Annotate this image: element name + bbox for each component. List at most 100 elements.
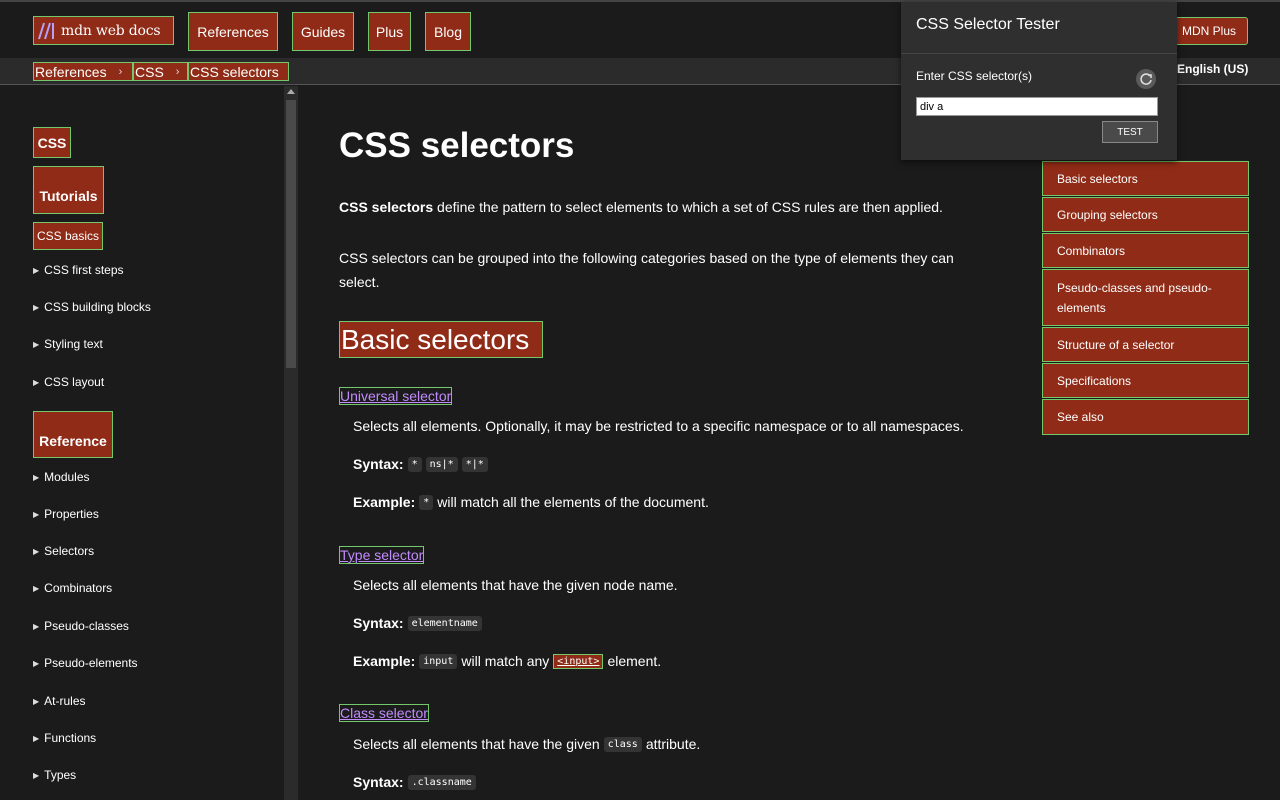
class-desc-text: attribute.: [645, 736, 701, 752]
syntax-label: Syntax:: [353, 456, 404, 472]
sidebar-item-label: Combinators: [44, 581, 113, 595]
sidebar-item-combinators[interactable]: ▶ Combinators: [33, 581, 112, 595]
example-text: will match any: [461, 653, 550, 669]
nav-plus[interactable]: Plus: [368, 12, 411, 51]
sidebar-item-label: Modules: [44, 470, 90, 484]
sidebar-item-css-building-blocks[interactable]: ▶ CSS building blocks: [33, 300, 151, 314]
nav-guides[interactable]: Guides: [292, 12, 354, 51]
breadcrumb-css-selectors[interactable]: CSS selectors: [188, 62, 289, 81]
sidebar-tutorials-heading[interactable]: Tutorials: [33, 166, 104, 214]
sidebar-item-styling-text[interactable]: ▶ Styling text: [33, 337, 103, 351]
mdn-logo-icon: [38, 22, 54, 39]
css-selector-tester-popup: CSS Selector Tester Enter CSS selector(s…: [901, 2, 1177, 160]
categories-line-2: select.: [339, 274, 380, 290]
toc-specifications[interactable]: Specifications: [1042, 363, 1249, 398]
caret-right-icon: ▶: [33, 658, 40, 668]
basic-selectors-heading[interactable]: Basic selectors: [339, 321, 543, 358]
sidebar-item-functions[interactable]: ▶ Functions: [33, 731, 96, 745]
type-example: Example: input will match any <input> el…: [353, 653, 661, 669]
syntax-label: Syntax:: [353, 615, 404, 631]
selector-label: Enter CSS selector(s): [916, 69, 1033, 83]
sidebar-scroll-thumb[interactable]: [286, 100, 296, 368]
breadcrumb-label: References: [35, 63, 107, 80]
intro-text: define the pattern to select elements to…: [433, 199, 943, 215]
toc-structure[interactable]: Structure of a selector: [1042, 327, 1249, 362]
selector-input[interactable]: [916, 97, 1158, 116]
sidebar-item-pseudo-elements[interactable]: ▶ Pseudo-elements: [33, 656, 138, 670]
code-snippet: *: [407, 456, 422, 472]
breadcrumb-css[interactable]: CSS ›: [133, 62, 188, 81]
input-element-link[interactable]: <input>: [553, 653, 604, 669]
toc-basic-selectors[interactable]: Basic selectors: [1042, 161, 1249, 196]
sidebar-css-heading[interactable]: CSS: [33, 127, 71, 158]
sidebar-item-at-rules[interactable]: ▶ At-rules: [33, 694, 86, 708]
logo-text: mdn web docs: [61, 22, 161, 39]
page-title: CSS selectors: [339, 126, 575, 165]
sidebar-item-pseudo-classes[interactable]: ▶ Pseudo-classes: [33, 619, 129, 633]
caret-right-icon: ▶: [33, 621, 40, 631]
toc-pseudo-classes[interactable]: Pseudo-classes and pseudo-elements: [1042, 269, 1249, 326]
universal-syntax: Syntax: * ns|* *|*: [353, 456, 492, 472]
class-desc: Selects all elements that have the given…: [353, 736, 700, 752]
sidebar-item-label: Selectors: [44, 544, 95, 558]
sidebar-item-label: CSS first steps: [44, 263, 124, 277]
sidebar-item-properties[interactable]: ▶ Properties: [33, 507, 99, 521]
toc-see-also[interactable]: See also: [1042, 399, 1249, 435]
code-snippet: input: [419, 653, 458, 669]
sidebar-item-label: Pseudo-classes: [44, 619, 129, 633]
nav-references[interactable]: References: [188, 12, 278, 51]
type-selector-link[interactable]: Type selector: [339, 546, 425, 564]
breadcrumb-separator: ›: [175, 65, 180, 78]
sidebar-reference-heading[interactable]: Reference: [33, 411, 113, 458]
breadcrumb-references[interactable]: References ›: [33, 62, 133, 81]
universal-selector-link[interactable]: Universal selector: [339, 387, 453, 405]
caret-right-icon: ▶: [33, 770, 40, 780]
code-snippet: *: [419, 494, 434, 510]
caret-right-icon: ▶: [33, 546, 40, 556]
code-snippet: elementname: [407, 615, 482, 631]
sidebar-item-types[interactable]: ▶ Types: [33, 768, 76, 782]
type-syntax: Syntax: elementname: [353, 615, 486, 631]
class-syntax: Syntax: .classname: [353, 774, 480, 790]
caret-right-icon: ▶: [33, 302, 40, 312]
class-desc-text: Selects all elements that have the given: [353, 736, 600, 752]
refresh-icon[interactable]: [1136, 69, 1156, 89]
class-selector-link[interactable]: Class selector: [339, 704, 429, 722]
caret-right-icon: ▶: [33, 377, 40, 387]
caret-right-icon: ▶: [33, 733, 40, 743]
refresh-icon-glyph: [1140, 73, 1152, 85]
sidebar-item-label: At-rules: [44, 694, 86, 708]
mdn-logo[interactable]: mdn web docs: [33, 16, 174, 45]
mdn-plus-button[interactable]: MDN Plus: [1170, 17, 1248, 45]
sidebar-item-label: CSS building blocks: [44, 300, 151, 314]
universal-desc: Selects all elements. Optionally, it may…: [353, 418, 964, 434]
sidebar-item-modules[interactable]: ▶ Modules: [33, 470, 90, 484]
universal-example: Example: * will match all the elements o…: [353, 494, 709, 510]
sidebar-item-css-first-steps[interactable]: ▶ CSS first steps: [33, 263, 124, 277]
example-label: Example:: [353, 653, 416, 669]
sidebar-item-selectors[interactable]: ▶ Selectors: [33, 544, 94, 558]
intro-paragraph: CSS selectors define the pattern to sele…: [339, 195, 943, 219]
sidebar-item-label: Functions: [44, 731, 97, 745]
scroll-up-icon[interactable]: [287, 89, 295, 94]
sidebar-item-label: Styling text: [44, 337, 103, 351]
sidebar-item-css-basics[interactable]: CSS basics: [33, 222, 103, 250]
sidebar-item-label: Types: [44, 768, 77, 782]
code-snippet: .classname: [407, 774, 476, 790]
syntax-label: Syntax:: [353, 774, 404, 790]
test-button[interactable]: TEST: [1102, 121, 1158, 143]
breadcrumb-separator: ›: [118, 65, 123, 78]
language-switcher[interactable]: English (US): [1177, 62, 1248, 76]
code-snippet: class: [603, 736, 642, 752]
toc-grouping-selectors[interactable]: Grouping selectors: [1042, 197, 1249, 232]
toc-combinators[interactable]: Combinators: [1042, 233, 1249, 268]
code-snippet: *|*: [461, 456, 488, 472]
categories-paragraph: CSS selectors can be grouped into the fo…: [339, 246, 954, 294]
sidebar-item-css-layout[interactable]: ▶ CSS layout: [33, 375, 104, 389]
nav-blog[interactable]: Blog: [425, 12, 471, 51]
intro-bold: CSS selectors: [339, 199, 434, 215]
categories-line-1: CSS selectors can be grouped into the fo…: [339, 250, 954, 266]
code-snippet: ns|*: [425, 456, 458, 472]
caret-right-icon: ▶: [33, 696, 40, 706]
caret-right-icon: ▶: [33, 509, 40, 519]
